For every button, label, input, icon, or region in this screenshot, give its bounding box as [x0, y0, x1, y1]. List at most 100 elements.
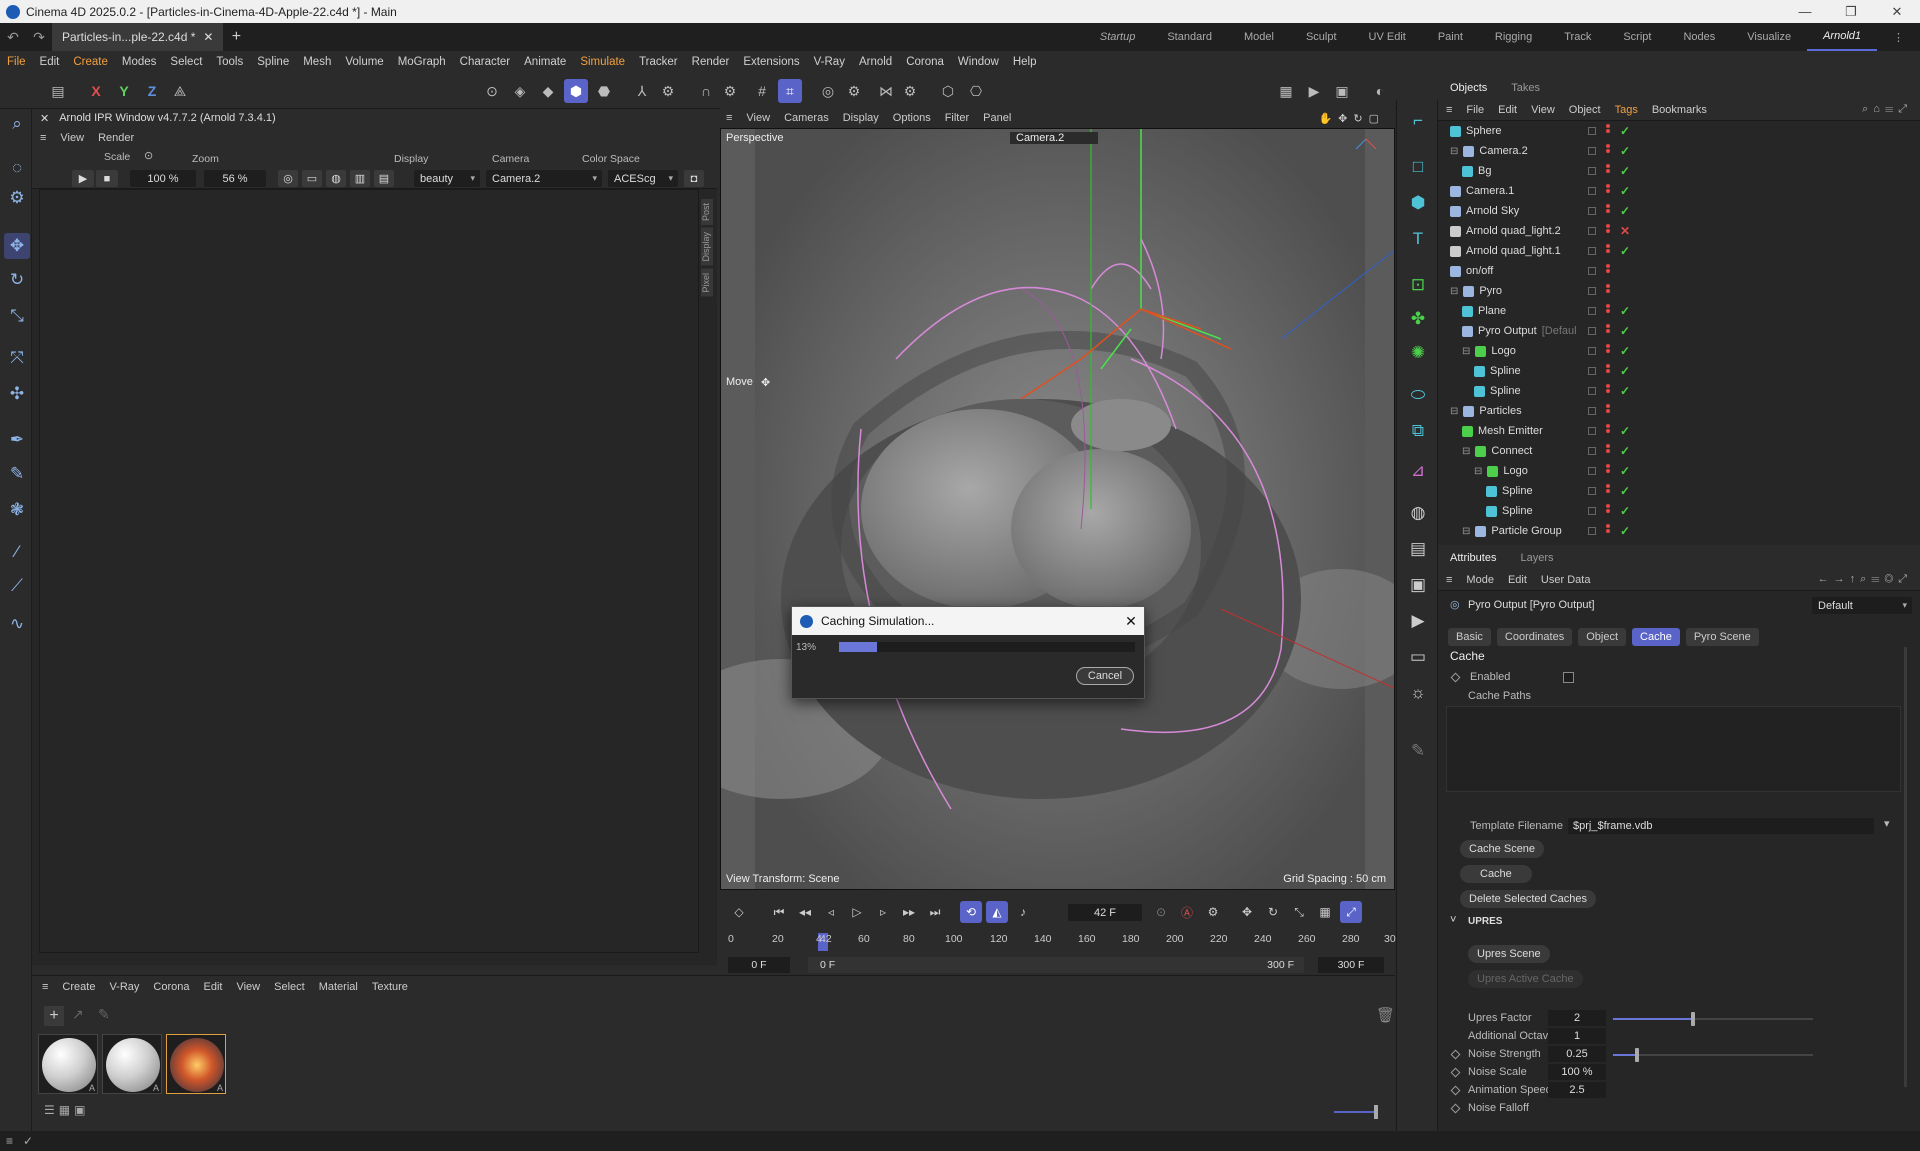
key-settings-icon[interactable]: ⚙ — [1202, 901, 1224, 923]
layer-visibility-icon[interactable] — [1588, 387, 1596, 395]
light-icon[interactable]: ⊿ — [1405, 458, 1431, 484]
play-icon[interactable]: ▷ — [846, 901, 868, 923]
redo-icon[interactable]: ↷ — [26, 29, 52, 46]
current-frame-field[interactable]: 42 F — [1068, 904, 1142, 921]
scale-tool-icon[interactable]: ⤡ — [4, 303, 30, 329]
objects-search-icons[interactable]: ⌕⌂☰⤢ — [1862, 103, 1912, 116]
menu-mograph[interactable]: MoGraph — [391, 56, 453, 68]
hamburger-icon[interactable]: ≡ — [42, 981, 48, 993]
document-tab[interactable]: Particles-in...ple-22.c4d * ✕ — [52, 23, 224, 51]
timeline-ruler[interactable]: 0 20 4 42 60 80 100 120 140 160 180 200 220 240 260 280… — [728, 933, 1402, 955]
attr-menu-user-data[interactable]: User Data — [1541, 574, 1591, 586]
obj-menu-view[interactable]: View — [1531, 104, 1555, 116]
crop-icon[interactable]: ▭ — [302, 170, 322, 187]
object-row[interactable]: Spline ✓ — [1438, 481, 1908, 501]
workplane-icon[interactable]: ⌗ — [778, 79, 802, 103]
render-view-icon[interactable]: ▦ — [1274, 79, 1298, 103]
enabled-check-icon[interactable]: ✓ — [1620, 184, 1630, 198]
ipr-tab-display[interactable]: Display — [701, 228, 713, 266]
environment-icon[interactable]: ◍ — [1405, 500, 1431, 526]
grid-snap-icon[interactable]: # — [750, 79, 774, 103]
editor-render-dots-icon[interactable] — [1606, 264, 1610, 278]
menu-modes[interactable]: Modes — [115, 56, 164, 68]
hamburger-icon[interactable]: ≡ — [40, 132, 46, 144]
trash-icon[interactable]: 🗑 — [1376, 1006, 1395, 1024]
layer-visibility-icon[interactable] — [1588, 527, 1596, 535]
text-icon[interactable]: T — [1405, 226, 1431, 252]
lock-icon[interactable]: ⬡ — [936, 79, 960, 103]
material-swatch[interactable]: A — [102, 1034, 162, 1094]
menu-simulate[interactable]: Simulate — [573, 56, 632, 68]
object-row[interactable]: Spline ✓ — [1438, 361, 1908, 381]
layout-menu-icon[interactable]: ⋮ — [1877, 31, 1920, 44]
attributes-scrollbar[interactable] — [1904, 647, 1907, 1087]
object-row[interactable]: on/off — [1438, 261, 1908, 281]
generator-icon[interactable]: ⊡ — [1405, 272, 1431, 298]
render-queue-icon[interactable]: ◐ — [1368, 79, 1392, 103]
layout-nodes[interactable]: Nodes — [1667, 31, 1731, 43]
object-row[interactable]: ⊟ Pyro — [1438, 281, 1908, 301]
search-icon[interactable]: ⌕ — [4, 111, 30, 137]
layer-visibility-icon[interactable] — [1588, 327, 1596, 335]
swatch-size-slider[interactable] — [1334, 1111, 1374, 1113]
globe-icon[interactable]: ◍ — [326, 170, 346, 187]
snap-transform-icon[interactable]: ✣ — [4, 381, 30, 407]
hamburger-icon[interactable]: ≡ — [1446, 574, 1452, 586]
object-mode-icon[interactable]: ⬣ — [592, 79, 616, 103]
editor-render-dots-icon[interactable] — [1606, 184, 1610, 198]
layer-visibility-icon[interactable] — [1588, 427, 1596, 435]
upres-chevron-icon[interactable]: ˅ — [1450, 914, 1456, 926]
editor-render-dots-icon[interactable] — [1606, 404, 1610, 418]
view-mode-icons[interactable]: ☰▦▣ — [44, 1103, 89, 1117]
scale-dropdown-icon[interactable]: ⊙ — [144, 149, 153, 162]
object-row[interactable]: Camera.1 ✓ — [1438, 181, 1908, 201]
attr-menu-mode[interactable]: Mode — [1466, 574, 1494, 586]
enabled-check-icon[interactable]: ✓ — [1620, 124, 1630, 138]
maximize-button[interactable]: ❐ — [1828, 4, 1874, 20]
ipr-tab-pixel[interactable]: Pixel — [701, 268, 713, 297]
color-space-dropdown[interactable]: ACEScg — [608, 170, 678, 187]
start-frame-field[interactable]: 0 F — [728, 957, 790, 973]
editor-render-dots-icon[interactable] — [1606, 244, 1610, 258]
tab-layers[interactable]: Layers — [1520, 552, 1553, 564]
layout-standard[interactable]: Standard — [1151, 31, 1228, 43]
end-frame-field[interactable]: 300 F — [1318, 957, 1384, 973]
obj-menu-object[interactable]: Object — [1569, 104, 1601, 116]
next-key-icon[interactable]: ▸▸ — [898, 901, 920, 923]
layout-arnold1[interactable]: Arnold1 — [1807, 23, 1877, 51]
ipr-options-icon[interactable]: ▤ — [374, 170, 394, 187]
param-value-field[interactable]: 2.5 — [1548, 1082, 1606, 1098]
ipr-menu-render[interactable]: Render — [98, 132, 134, 144]
snap-icon[interactable]: ∩ — [694, 79, 718, 103]
axis-settings-icon[interactable]: ⚙ — [656, 79, 680, 103]
autokey-record-icon[interactable]: Ⓐ — [1176, 901, 1198, 923]
menu-volume[interactable]: Volume — [338, 56, 390, 68]
close-dialog-icon[interactable]: ✕ — [1118, 613, 1144, 630]
editor-render-dots-icon[interactable] — [1606, 384, 1610, 398]
collapse-icon[interactable]: ⊟ — [1450, 406, 1458, 417]
enabled-check-icon[interactable]: ✓ — [1620, 424, 1630, 438]
zoom-field[interactable]: 56 % — [204, 170, 266, 187]
tab-takes[interactable]: Takes — [1511, 82, 1540, 94]
layer-visibility-icon[interactable] — [1588, 287, 1596, 295]
layout-track[interactable]: Track — [1548, 31, 1607, 43]
layout-uv-edit[interactable]: UV Edit — [1353, 31, 1422, 43]
slider-knob[interactable] — [1635, 1048, 1639, 1062]
layer-visibility-icon[interactable] — [1588, 247, 1596, 255]
object-row[interactable]: Bg ✓ — [1438, 161, 1908, 181]
menu-render[interactable]: Render — [685, 56, 737, 68]
selection-settings-icon[interactable]: ⚙ — [4, 185, 30, 211]
render-settings-icon[interactable]: ⚙ — [842, 79, 866, 103]
editor-render-dots-icon[interactable] — [1606, 364, 1610, 378]
object-row[interactable]: ⊟ Logo ✓ — [1438, 461, 1908, 481]
viewport-menu-panel[interactable]: Panel — [983, 112, 1011, 124]
object-row[interactable]: Plane ✓ — [1438, 301, 1908, 321]
move-tool-icon[interactable]: ✥ — [4, 233, 30, 259]
rotate-tool-icon[interactable]: ↻ — [4, 267, 30, 293]
render-region-icon[interactable]: ◎ — [816, 79, 840, 103]
menu-mesh[interactable]: Mesh — [296, 56, 338, 68]
menu-help[interactable]: Help — [1006, 56, 1044, 68]
y-axis-lock-button[interactable]: Y — [112, 79, 136, 103]
preset-dropdown[interactable]: Default — [1812, 597, 1912, 614]
pen-tool-icon[interactable]: ✒ — [4, 427, 30, 453]
